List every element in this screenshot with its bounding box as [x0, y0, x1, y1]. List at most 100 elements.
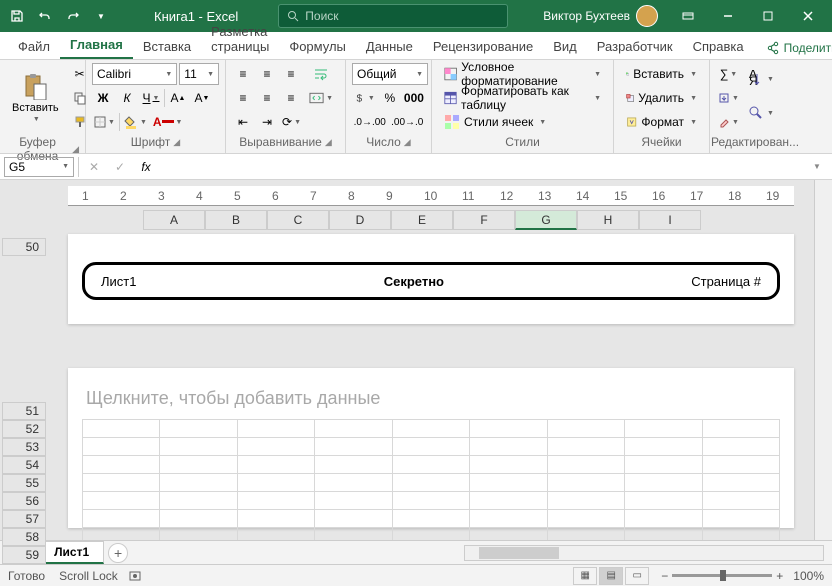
italic-button[interactable]: К — [116, 87, 138, 109]
number-launcher-icon[interactable]: ◢ — [404, 137, 411, 148]
format-as-table-button[interactable]: Форматировать как таблицу▼ — [438, 87, 607, 109]
page-footer[interactable]: Лист1 Секретно Страница # — [82, 262, 780, 300]
cancel-formula-icon[interactable]: ✕ — [83, 156, 105, 178]
cell[interactable] — [702, 528, 780, 541]
cell[interactable] — [392, 438, 469, 456]
cell[interactable] — [160, 438, 237, 456]
cell[interactable] — [702, 510, 780, 528]
cell[interactable] — [83, 510, 160, 528]
cell[interactable] — [83, 438, 160, 456]
clipboard-launcher-icon[interactable]: ◢ — [72, 144, 79, 155]
cell[interactable] — [470, 510, 547, 528]
tab-formulas[interactable]: Формулы — [279, 34, 356, 59]
undo-icon[interactable] — [32, 3, 58, 29]
cell[interactable] — [237, 492, 314, 510]
row-header[interactable]: 50 — [2, 238, 46, 256]
zoom-in-icon[interactable]: + — [776, 569, 783, 583]
align-center-icon[interactable]: ≡ — [256, 87, 278, 109]
cell[interactable] — [237, 528, 314, 541]
cell[interactable] — [625, 474, 702, 492]
percent-format-icon[interactable]: % — [379, 87, 401, 109]
autosum-icon[interactable]: ∑▼ — [716, 63, 741, 85]
cell[interactable] — [160, 492, 237, 510]
comma-format-icon[interactable]: 000 — [403, 87, 425, 109]
clear-icon[interactable]: ▼ — [716, 111, 741, 133]
name-box[interactable]: G5▼ — [4, 157, 74, 177]
font-name-combo[interactable]: ▼ — [92, 63, 177, 85]
tab-file[interactable]: Файл — [8, 34, 60, 59]
cell[interactable] — [83, 492, 160, 510]
cell[interactable] — [160, 510, 237, 528]
cell[interactable] — [702, 438, 780, 456]
zoom-out-icon[interactable]: − — [661, 569, 668, 583]
cell-styles-button[interactable]: Стили ячеек▼ — [438, 111, 607, 133]
row-header[interactable]: 57 — [2, 510, 46, 528]
formula-input[interactable] — [161, 157, 802, 177]
column-header[interactable]: C — [267, 210, 329, 230]
format-cells-button[interactable]: Формат▼ — [620, 111, 703, 133]
decrease-decimal-icon[interactable]: .00→.0 — [390, 111, 426, 133]
fill-color-icon[interactable]: ▼ — [122, 111, 149, 133]
font-color-icon[interactable]: A▼ — [151, 111, 185, 133]
ribbon-options-icon[interactable] — [668, 0, 708, 32]
cell[interactable] — [702, 492, 780, 510]
accounting-format-icon[interactable]: $▼ — [352, 87, 377, 109]
zoom-slider[interactable] — [672, 574, 772, 577]
page-layout-view-icon[interactable]: ▤ — [599, 567, 623, 585]
font-launcher-icon[interactable]: ◢ — [173, 137, 180, 148]
cell[interactable] — [315, 438, 392, 456]
cell[interactable] — [470, 528, 547, 541]
page-break-view-icon[interactable]: ▭ — [625, 567, 649, 585]
cell[interactable] — [237, 420, 314, 438]
cell[interactable] — [625, 438, 702, 456]
cell[interactable] — [237, 510, 314, 528]
cell[interactable] — [470, 420, 547, 438]
cell[interactable] — [625, 528, 702, 541]
tab-developer[interactable]: Разработчик — [587, 34, 683, 59]
maximize-icon[interactable] — [748, 0, 788, 32]
font-size-combo[interactable]: ▼ — [179, 63, 219, 85]
add-sheet-button[interactable]: + — [108, 543, 128, 563]
cell[interactable] — [547, 456, 624, 474]
bold-button[interactable]: Ж — [92, 87, 114, 109]
column-header[interactable]: D — [329, 210, 391, 230]
sheet-tab-1[interactable]: Лист1 — [39, 541, 104, 564]
column-header[interactable]: F — [453, 210, 515, 230]
cell[interactable] — [547, 510, 624, 528]
cell[interactable] — [160, 420, 237, 438]
row-header[interactable]: 56 — [2, 492, 46, 510]
cell[interactable] — [315, 528, 392, 541]
cell[interactable] — [237, 438, 314, 456]
cell[interactable] — [392, 492, 469, 510]
row-header[interactable]: 53 — [2, 438, 46, 456]
cell[interactable] — [392, 474, 469, 492]
cell[interactable] — [392, 510, 469, 528]
merge-cells-icon[interactable]: ▼ — [307, 87, 335, 109]
wrap-text-icon[interactable] — [307, 63, 335, 85]
cell[interactable] — [470, 438, 547, 456]
increase-decimal-icon[interactable]: .0→.00 — [352, 111, 388, 133]
tab-page-layout[interactable]: Разметка страницы — [201, 19, 279, 59]
column-header[interactable]: A — [143, 210, 205, 230]
redo-icon[interactable] — [60, 3, 86, 29]
cell[interactable] — [160, 456, 237, 474]
cell[interactable] — [547, 438, 624, 456]
number-format-combo[interactable]: ▼ — [352, 63, 428, 85]
conditional-formatting-button[interactable]: Условное форматирование▼ — [438, 63, 607, 85]
zoom-control[interactable]: − + 100% — [661, 569, 824, 583]
minimize-icon[interactable] — [708, 0, 748, 32]
insert-cells-button[interactable]: Вставить▼ — [620, 63, 703, 85]
cell[interactable] — [237, 474, 314, 492]
save-icon[interactable] — [4, 3, 30, 29]
search-input[interactable] — [305, 9, 499, 23]
sort-filter-icon[interactable]: AЯ▼ — [745, 63, 776, 95]
cell[interactable] — [625, 420, 702, 438]
cell[interactable] — [392, 420, 469, 438]
cell[interactable] — [625, 510, 702, 528]
fx-icon[interactable]: fx — [135, 156, 157, 178]
cell[interactable] — [702, 456, 780, 474]
column-header[interactable]: B — [205, 210, 267, 230]
vertical-scrollbar[interactable] — [814, 180, 832, 540]
cell[interactable] — [83, 474, 160, 492]
row-header[interactable]: 59 — [2, 546, 46, 564]
